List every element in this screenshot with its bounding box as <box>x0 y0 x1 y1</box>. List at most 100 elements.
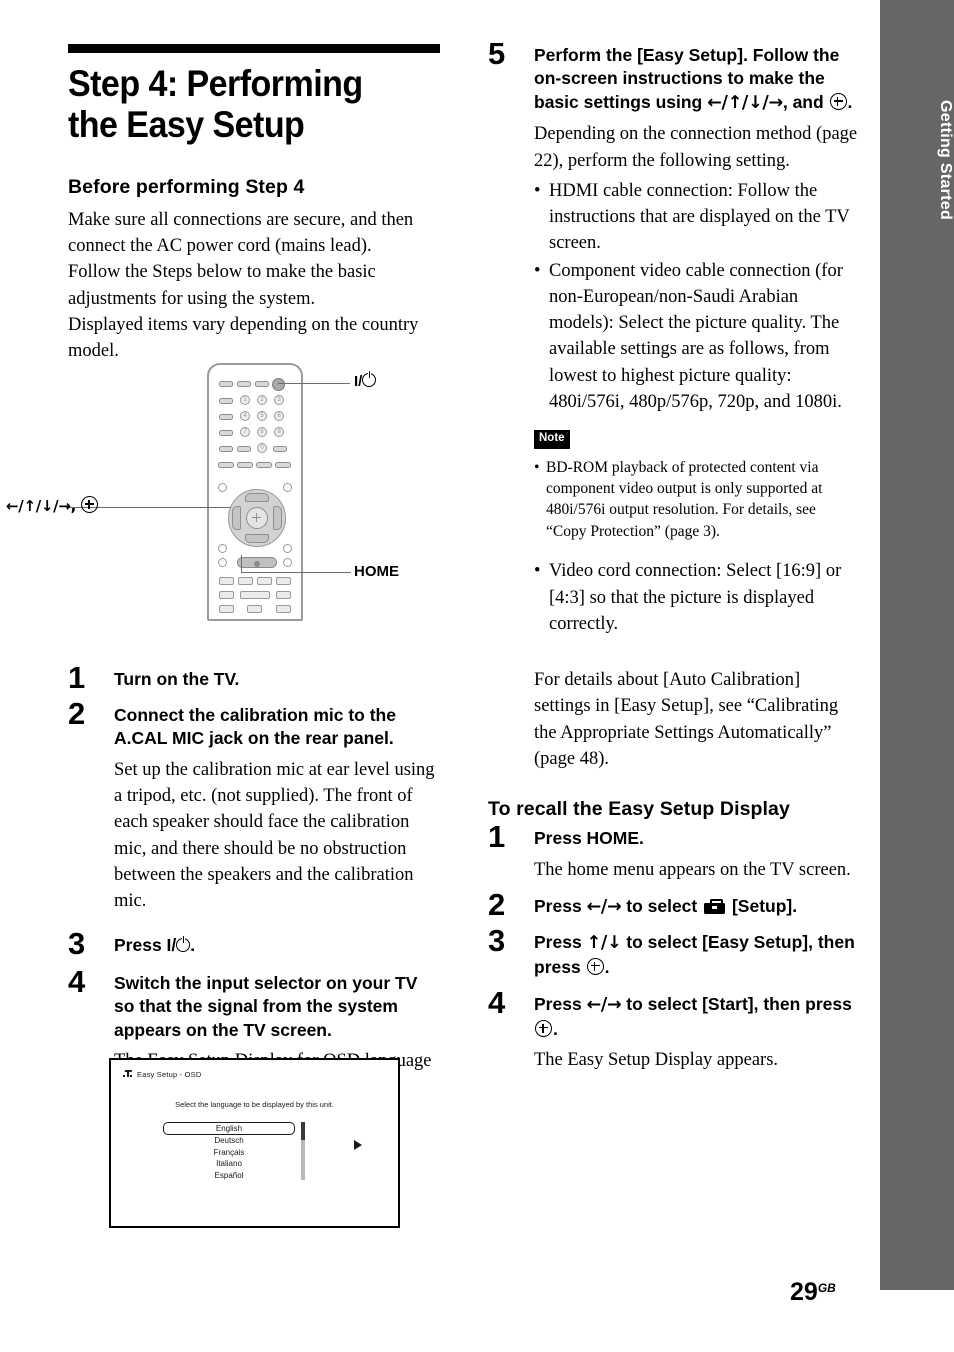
osd-language-item-deutsch[interactable]: Deutsch <box>163 1135 295 1147</box>
osd-language-item-francais[interactable]: Français <box>163 1147 295 1159</box>
remote-play-button <box>240 591 270 599</box>
remote-forward-button <box>276 591 291 599</box>
step-4-number: 4 <box>68 963 86 999</box>
remote-button <box>255 381 269 387</box>
dpad-enter <box>246 507 268 529</box>
remote-button <box>283 544 292 553</box>
remote-stop-button <box>276 605 291 613</box>
page-title: Step 4: Performing the Easy Setup <box>68 63 363 146</box>
osd-title-text: Easy Setup - OSD <box>137 1070 202 1079</box>
before-step-heading: Before performing Step 4 <box>68 175 305 198</box>
enter-icon <box>81 496 99 513</box>
recall-step-4-number: 4 <box>488 985 506 1021</box>
step-5-title: Perform the [Easy Setup]. Follow the on-… <box>534 44 858 115</box>
page-number: 29GB <box>790 1278 836 1307</box>
recall-step-4-a: Press <box>534 994 587 1015</box>
remote-body: 1 2 3 4 5 6 7 8 9 0 <box>207 363 303 621</box>
step-3-title: Press I/. <box>114 935 196 956</box>
remote-button <box>219 398 233 404</box>
remote-button <box>237 446 251 452</box>
before-step-body: Make sure all connections are secure, an… <box>68 209 419 362</box>
recall-step-1-number: 1 <box>488 819 506 855</box>
section-tab-label: Getting Started <box>937 100 954 221</box>
recall-step-4-arrows: ←/→ <box>586 995 622 1016</box>
recall-step-4: 4 Press ←/→ to select [Start], then pres… <box>488 987 858 1073</box>
remote-button <box>256 462 272 468</box>
recall-step-3: 3 Press ↑/↓ to select [Easy Setup], then… <box>488 925 858 979</box>
remote-key-4: 4 <box>240 411 250 421</box>
remote-button <box>275 462 291 468</box>
bullet-component: Component video cable connection (for no… <box>534 258 858 416</box>
note-badge: Note <box>534 430 570 449</box>
osd-language-item-italiano[interactable]: Italiano <box>163 1158 295 1170</box>
step-5: 5 Perform the [Easy Setup]. Follow the o… <box>488 38 858 772</box>
recall-step-4-b: to select [Start], then press <box>621 994 852 1015</box>
right-column: 5 Perform the [Easy Setup]. Follow the o… <box>488 38 858 1075</box>
setup-toolbox-icon <box>704 898 726 914</box>
remote-button <box>257 577 272 585</box>
recall-step-2-c: [Setup]. <box>727 895 798 916</box>
bullet-hdmi: HDMI cable connection: Follow the instru… <box>534 178 858 257</box>
note-item: BD-ROM playback of protected content via… <box>534 457 858 543</box>
closing-paragraph: For details about [Auto Calibration] set… <box>534 670 839 769</box>
setup-screen-icon <box>123 1070 134 1078</box>
bullet-video-cord: Video cord connection: Select [16:9] or … <box>534 558 858 637</box>
remote-button <box>237 462 253 468</box>
remote-button <box>283 558 292 567</box>
remote-button <box>219 430 233 436</box>
remote-key-5: 5 <box>257 411 267 421</box>
remote-key-8: 8 <box>257 427 267 437</box>
recall-step-1-body: The home menu appears on the TV screen. <box>534 859 851 880</box>
remote-key-0: 0 <box>257 443 267 453</box>
osd-scrollbar-thumb[interactable] <box>301 1122 305 1140</box>
recall-step-1-title: Press HOME. <box>534 828 644 849</box>
remote-key-1: 1 <box>240 395 250 405</box>
remote-button <box>219 414 233 420</box>
page-number-value: 29 <box>790 1278 818 1306</box>
remote-button <box>237 381 251 387</box>
step-5-title-c: . <box>847 91 853 112</box>
recall-step-4-title: Press ←/→ to select [Start], then press … <box>534 993 858 1041</box>
step-5-arrows: ←/↑/↓/→ <box>707 92 783 113</box>
osd-language-list: English Deutsch Français Italiano Españo… <box>163 1122 295 1181</box>
recall-step-2: 2 Press ←/→ to select [Setup]. <box>488 889 858 920</box>
osd-next-arrow-icon[interactable] <box>354 1140 362 1150</box>
manual-page: Getting Started Step 4: Performing the E… <box>0 0 954 1352</box>
recall-step-3-arrows: ↑/↓ <box>586 933 622 954</box>
note-list: BD-ROM playback of protected content via… <box>534 457 858 543</box>
recall-step-2-arrows: ←/→ <box>586 896 622 917</box>
remote-button <box>283 483 292 492</box>
step-2-body: Set up the calibration mic at ear level … <box>114 759 435 912</box>
figure-label-power: I/ <box>354 371 377 390</box>
dpad-up <box>245 493 269 502</box>
remote-key-3: 3 <box>274 395 284 405</box>
step-4-title: Switch the input selector on your TV so … <box>114 972 418 1040</box>
step-1-title: Turn on the TV. <box>114 669 240 690</box>
recall-step-1: 1 Press HOME. The home menu appears on t… <box>488 821 858 883</box>
remote-rewind-button <box>219 591 234 599</box>
remote-button <box>273 446 287 452</box>
recall-step-2-number: 2 <box>488 886 506 922</box>
remote-key-7: 7 <box>240 427 250 437</box>
step-1: 1 Turn on the TV. <box>68 662 440 693</box>
step-5-bullets: HDMI cable connection: Follow the instru… <box>534 178 858 415</box>
remote-key-9: 9 <box>274 427 284 437</box>
figure-label-dpad: ←/↑/↓/→, <box>6 496 99 515</box>
remote-button <box>219 381 233 387</box>
figure-label-home: HOME <box>354 563 399 580</box>
osd-language-item-english[interactable]: English <box>163 1122 295 1135</box>
step-2-number: 2 <box>68 695 86 731</box>
recall-step-3-c: . <box>604 956 610 977</box>
section-tab: Getting Started <box>880 0 954 1290</box>
recall-heading: To recall the Easy Setup Display <box>488 798 790 821</box>
step-3: 3 Press I/. <box>68 928 440 959</box>
osd-title: Easy Setup - OSD <box>123 1070 201 1079</box>
recall-step-2-title: Press ←/→ to select [Setup]. <box>534 895 858 919</box>
remote-button <box>218 483 227 492</box>
remote-key-6: 6 <box>274 411 284 421</box>
remote-next-button <box>276 577 291 585</box>
osd-language-item-espanol[interactable]: Español <box>163 1170 295 1182</box>
step-5-number: 5 <box>488 36 506 71</box>
remote-button <box>219 605 234 613</box>
power-icon <box>176 936 191 953</box>
